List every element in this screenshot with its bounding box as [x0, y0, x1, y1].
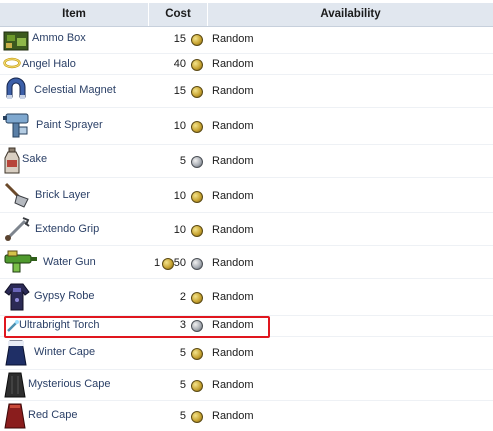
- item-availability: Random: [212, 58, 254, 70]
- item-availability: Random: [212, 291, 254, 303]
- table-row: Mysterious Cape 5 Random: [0, 370, 493, 400]
- item-name[interactable]: Red Cape: [28, 409, 78, 421]
- item-availability: Random: [212, 224, 254, 236]
- table-row: Sake 5 Random: [0, 145, 493, 177]
- celestial-magnet-icon: [6, 77, 26, 99]
- extendo-grip-icon: [5, 217, 30, 241]
- red-cape-icon: [4, 403, 26, 429]
- table-row: Red Cape 5 Random: [0, 401, 493, 431]
- item-availability: Random: [212, 379, 254, 391]
- item-cost: 15: [173, 85, 186, 97]
- item-cost: 5: [179, 347, 186, 359]
- gypsy-robe-icon: [4, 283, 30, 311]
- highlight-box: [4, 316, 270, 338]
- item-cost: 10: [173, 120, 186, 132]
- item-name[interactable]: Mysterious Cape: [28, 378, 111, 390]
- item-availability: Random: [212, 347, 254, 359]
- table-header: Item Cost Availability: [0, 3, 493, 27]
- gold-coin-icon: [191, 34, 203, 46]
- table-row: Celestial Magnet 15 Random: [0, 75, 493, 107]
- item-cost: 5: [179, 379, 186, 391]
- gold-coin-icon: [191, 121, 203, 133]
- item-cost: 5: [179, 155, 186, 167]
- ammo-box-icon: [3, 31, 29, 51]
- item-name[interactable]: Angel Halo: [22, 58, 76, 70]
- table-row: Angel Halo 40 Random: [0, 54, 493, 74]
- item-cost: 5: [179, 410, 186, 422]
- item-cost: 2: [179, 291, 186, 303]
- item-availability: Random: [212, 155, 254, 167]
- item-name[interactable]: Winter Cape: [34, 346, 95, 358]
- gold-coin-icon: [191, 225, 203, 237]
- table-row: Extendo Grip 10 Random: [0, 213, 493, 245]
- item-name[interactable]: Ammo Box: [32, 32, 86, 44]
- item-cost: 10: [173, 190, 186, 202]
- silver-coin-icon: [191, 156, 203, 168]
- header-cost[interactable]: Cost: [149, 3, 207, 26]
- gold-coin-icon: [191, 86, 203, 98]
- item-cost-platinum: 1: [154, 257, 161, 269]
- item-availability: Random: [212, 85, 254, 97]
- table-row: Winter Cape 5 Random: [0, 337, 493, 369]
- table-row: Brick Layer 10 Random: [0, 178, 493, 212]
- paint-sprayer-icon: [3, 113, 29, 138]
- item-availability: Random: [212, 410, 254, 422]
- gold-coin-icon: [162, 258, 174, 270]
- item-cost: 10: [173, 224, 186, 236]
- item-name[interactable]: Extendo Grip: [35, 223, 99, 235]
- sake-icon: [4, 147, 20, 174]
- gold-coin-icon: [191, 411, 203, 423]
- item-cost: 50: [173, 257, 186, 269]
- item-name[interactable]: Gypsy Robe: [34, 290, 95, 302]
- water-gun-icon: [4, 250, 37, 273]
- table-row: Paint Sprayer 10 Random: [0, 108, 493, 144]
- item-name[interactable]: Celestial Magnet: [34, 84, 116, 96]
- silver-coin-icon: [191, 258, 203, 270]
- item-availability: Random: [212, 257, 254, 269]
- mysterious-cape-icon: [4, 372, 26, 398]
- item-name[interactable]: Sake: [22, 153, 47, 165]
- gold-coin-icon: [191, 292, 203, 304]
- gold-coin-icon: [191, 59, 203, 71]
- gold-coin-icon: [191, 191, 203, 203]
- item-name[interactable]: Paint Sprayer: [36, 119, 103, 131]
- header-item[interactable]: Item: [0, 3, 148, 26]
- gold-coin-icon: [191, 348, 203, 360]
- item-availability: Random: [212, 190, 254, 202]
- item-cost: 15: [173, 33, 186, 45]
- gold-coin-icon: [191, 380, 203, 392]
- item-cost: 40: [173, 58, 186, 70]
- item-name[interactable]: Water Gun: [43, 256, 96, 268]
- item-name[interactable]: Brick Layer: [35, 189, 90, 201]
- winter-cape-icon: [5, 340, 27, 366]
- item-availability: Random: [212, 120, 254, 132]
- item-availability: Random: [212, 33, 254, 45]
- header-availability[interactable]: Availability: [208, 3, 493, 26]
- brick-layer-icon: [4, 182, 29, 208]
- table-row: Water Gun 1 50 Random: [0, 246, 493, 278]
- table-row: Ammo Box 15 Random: [0, 27, 493, 53]
- angel-halo-icon: [3, 57, 21, 69]
- table-row: Gypsy Robe 2 Random: [0, 279, 493, 315]
